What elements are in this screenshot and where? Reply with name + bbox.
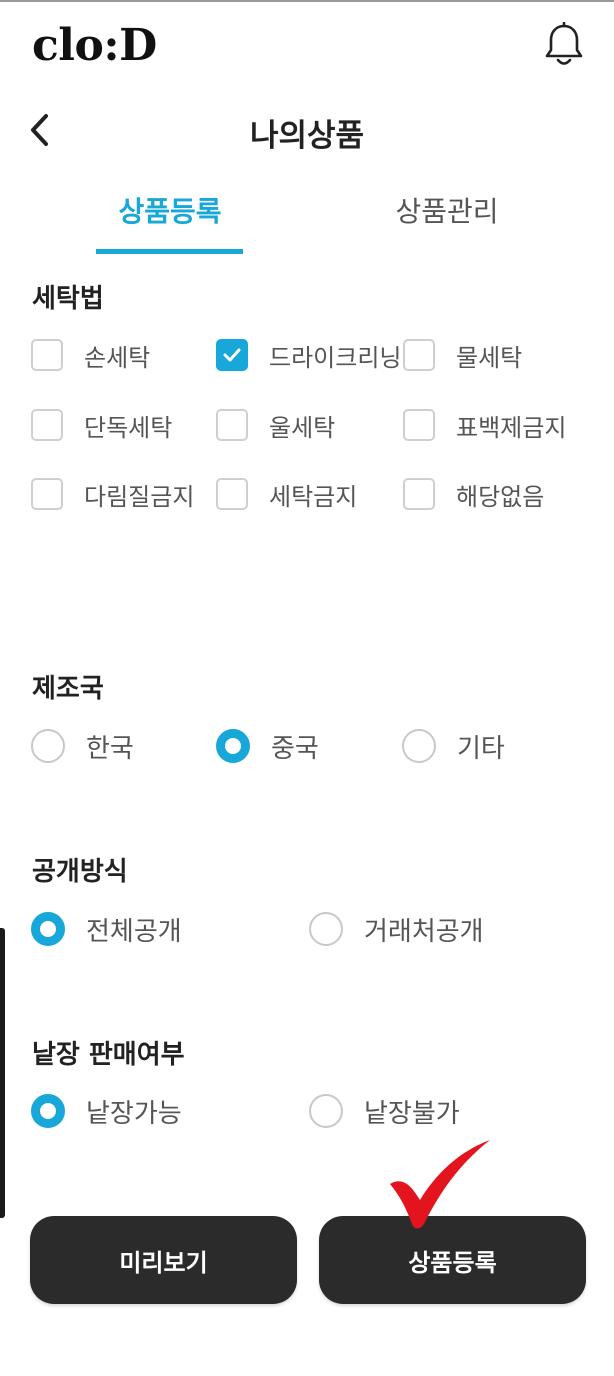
option-label: 전체공개 [86, 916, 182, 947]
tab-product-register[interactable]: 상품등록 [80, 190, 260, 230]
option-label: 낱장가능 [86, 1098, 182, 1129]
active-tab-indicator [96, 249, 243, 254]
checkbox[interactable] [31, 339, 63, 371]
option-label: 울세탁 [269, 413, 336, 442]
origin-option-korea[interactable]: 한국 [31, 728, 134, 764]
origin-option-other[interactable]: 기타 [402, 728, 505, 764]
washing-section-title: 세탁법 [32, 284, 104, 314]
single-sale-option-available[interactable]: 낱장가능 [31, 1093, 182, 1129]
option-label: 한국 [86, 733, 134, 764]
washing-option-dry-cleaning[interactable]: 드라이크리닝 [216, 337, 401, 373]
radio-button[interactable] [31, 912, 65, 946]
option-label: 거래처공개 [364, 916, 484, 947]
single-sale-section-title: 낱장 판매여부 [32, 1040, 185, 1070]
top-divider [0, 0, 614, 2]
check-icon [223, 348, 241, 362]
checkbox[interactable] [403, 339, 435, 371]
checkbox[interactable] [403, 478, 435, 510]
washing-option-hand-wash[interactable]: 손세탁 [31, 337, 150, 373]
visibility-option-partners[interactable]: 거래처공개 [309, 911, 484, 947]
radio-button[interactable] [31, 729, 65, 763]
origin-section-title: 제조국 [32, 674, 104, 704]
app-logo: clo:D [32, 20, 157, 71]
radio-button[interactable] [309, 912, 343, 946]
option-label: 물세탁 [456, 343, 523, 372]
checkbox[interactable] [216, 409, 248, 441]
tab-product-manage[interactable]: 상품관리 [357, 190, 537, 230]
option-label: 드라이크리닝 [269, 343, 402, 372]
washing-option-no-bleach[interactable]: 표백제금지 [403, 407, 566, 443]
option-label: 중국 [271, 733, 319, 764]
checkbox[interactable] [216, 339, 248, 371]
radio-button[interactable] [31, 1094, 65, 1128]
washing-option-water-wash[interactable]: 물세탁 [403, 337, 522, 373]
origin-option-china[interactable]: 중국 [216, 728, 319, 764]
checkbox[interactable] [31, 409, 63, 441]
washing-option-wool-wash[interactable]: 울세탁 [216, 407, 335, 443]
washing-option-no-ironing[interactable]: 다림질금지 [31, 476, 194, 512]
radio-button[interactable] [216, 729, 250, 763]
register-product-button[interactable]: 상품등록 [319, 1216, 586, 1304]
option-label: 손세탁 [84, 343, 151, 372]
checkbox[interactable] [403, 409, 435, 441]
washing-option-no-washing[interactable]: 세탁금지 [216, 476, 357, 512]
visibility-option-public[interactable]: 전체공개 [31, 911, 182, 947]
visibility-section-title: 공개방식 [32, 857, 128, 887]
option-label: 낱장불가 [364, 1098, 460, 1129]
washing-option-separate-wash[interactable]: 단독세탁 [31, 407, 172, 443]
checkbox[interactable] [31, 478, 63, 510]
radio-button[interactable] [402, 729, 436, 763]
preview-button[interactable]: 미리보기 [30, 1216, 297, 1304]
option-label: 기타 [457, 733, 505, 764]
option-label: 다림질금지 [84, 482, 195, 511]
washing-option-not-applicable[interactable]: 해당없음 [403, 476, 544, 512]
option-label: 표백제금지 [456, 413, 567, 442]
option-label: 단독세탁 [84, 413, 173, 442]
page-title: 나의상품 [249, 118, 365, 154]
single-sale-option-unavailable[interactable]: 낱장불가 [309, 1093, 460, 1129]
side-edge-handle [0, 928, 5, 1218]
option-label: 세탁금지 [269, 482, 358, 511]
radio-button[interactable] [309, 1094, 343, 1128]
bell-icon[interactable] [542, 22, 586, 68]
checkbox[interactable] [216, 478, 248, 510]
option-label: 해당없음 [456, 482, 545, 511]
